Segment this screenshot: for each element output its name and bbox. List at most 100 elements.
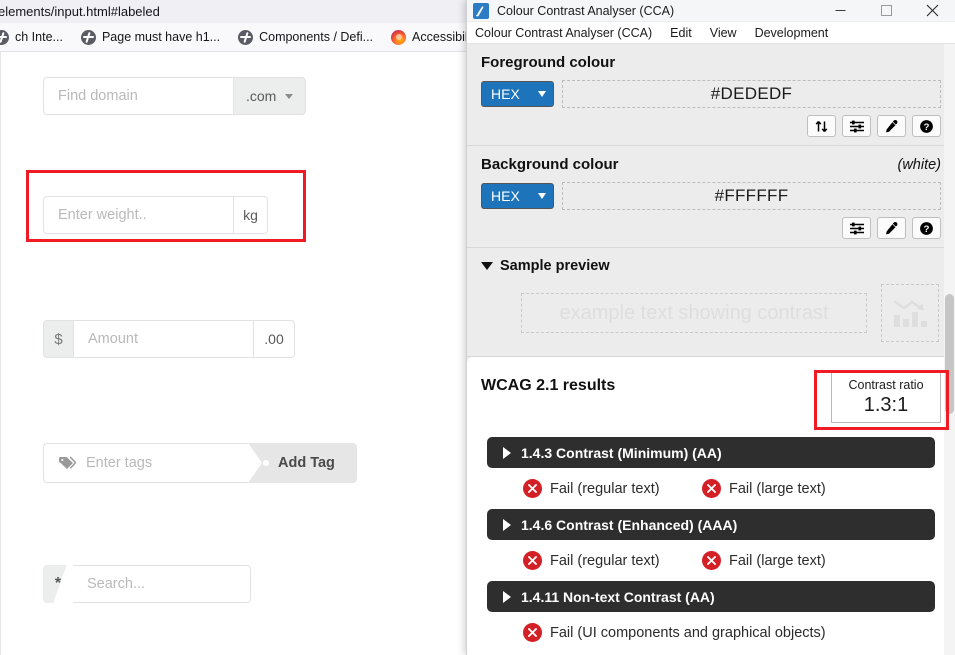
foreground-section: Foreground colour HEX #DEDEDF ?	[467, 44, 955, 146]
triangle-down-icon	[481, 262, 493, 270]
cca-titlebar: Colour Contrast Analyser (CCA)	[467, 0, 955, 22]
add-tag-button[interactable]: Add Tag	[248, 443, 357, 483]
result-item: Fail (large text)	[702, 479, 826, 498]
help-icon[interactable]: ?	[912, 115, 941, 137]
background-hex-input[interactable]: #FFFFFF	[562, 182, 941, 210]
domain-input[interactable]: Find domain	[43, 77, 233, 115]
fail-icon	[702, 551, 721, 570]
svg-text:?: ?	[924, 122, 930, 133]
criterion-1-4-3-header[interactable]: 1.4.3 Contrast (Minimum) (AA)	[487, 437, 935, 468]
criterion-1-4-11-header[interactable]: 1.4.11 Non-text Contrast (AA)	[487, 581, 935, 612]
foreground-format-label: HEX	[491, 86, 520, 102]
criterion-1-4-6-results: Fail (regular text) Fail (large text)	[487, 540, 935, 581]
bookmark-item[interactable]: ch Inte...	[0, 29, 72, 45]
criterion-1-4-6-label: 1.4.6 Contrast (Enhanced) (AAA)	[521, 516, 738, 533]
background-format-select[interactable]: HEX	[481, 183, 554, 209]
chevron-down-icon	[538, 193, 546, 199]
wcag-results-title: WCAG 2.1 results	[481, 377, 616, 394]
domain-input-group: Find domain .com	[43, 77, 307, 115]
criterion-1-4-11-label: 1.4.11 Non-text Contrast (AA)	[521, 588, 715, 605]
background-format-label: HEX	[491, 188, 520, 204]
globe-icon	[80, 29, 96, 45]
background-heading-row: Background colour (white)	[481, 156, 941, 173]
triangle-right-icon	[503, 446, 511, 459]
search-input[interactable]: Search...	[73, 565, 251, 603]
bookmarks-bar: ch Inte... Page must have h1... Componen…	[0, 23, 504, 52]
result-label: Fail (large text)	[729, 552, 826, 569]
domain-tld-dropdown[interactable]: .com	[233, 77, 307, 115]
menu-item-development[interactable]: Development	[746, 26, 838, 40]
sample-preview-heading: Sample preview	[500, 258, 610, 274]
result-item: Fail (large text)	[702, 551, 826, 570]
weight-unit-addon: kg	[233, 196, 268, 234]
cca-body: Foreground colour HEX #DEDEDF ? Backgrou…	[467, 44, 955, 655]
sample-text: example text showing contrast	[521, 293, 867, 333]
globe-icon	[238, 29, 254, 45]
eyedropper-icon[interactable]	[877, 115, 906, 137]
foreground-toolbar: ?	[481, 115, 941, 137]
result-item: Fail (regular text)	[487, 551, 702, 570]
sample-preview-header[interactable]: Sample preview	[481, 258, 941, 274]
bookmark-label: ch Inte...	[15, 30, 63, 44]
menu-item-view[interactable]: View	[701, 26, 746, 40]
criterion-1-4-6-header[interactable]: 1.4.6 Contrast (Enhanced) (AAA)	[487, 509, 935, 540]
maximize-icon[interactable]	[863, 0, 909, 22]
fail-icon	[702, 479, 721, 498]
sliders-icon[interactable]	[842, 217, 871, 239]
currency-prefix-addon: $	[43, 320, 73, 358]
criterion-1-4-3-results: Fail (regular text) Fail (large text)	[487, 468, 935, 509]
page-content: Find domain .com Enter weight.. kg $ Amo…	[0, 52, 470, 655]
amount-input-group: $ Amount .00	[43, 320, 295, 358]
weight-input-group: Enter weight.. kg	[43, 196, 268, 234]
sliders-icon[interactable]	[842, 115, 871, 137]
background-value-row: HEX #FFFFFF	[481, 182, 941, 210]
amount-cents-addon: .00	[253, 320, 295, 358]
triangle-right-icon	[503, 518, 511, 531]
background-note: (white)	[897, 157, 941, 173]
search-input-group: * Search...	[43, 565, 251, 603]
minimize-icon[interactable]	[817, 0, 863, 22]
eyedropper-icon[interactable]	[877, 217, 906, 239]
bookmark-label: Components / Defi...	[259, 30, 374, 44]
cca-menubar: Colour Contrast Analyser (CCA) Edit View…	[467, 22, 955, 44]
foreground-heading-row: Foreground colour	[481, 54, 941, 71]
add-tag-label: Add Tag	[278, 455, 335, 471]
address-bar-url: elements/input.html#labeled	[0, 4, 160, 19]
triangle-right-icon	[503, 590, 511, 603]
cca-window-title: Colour Contrast Analyser (CCA)	[497, 3, 675, 18]
result-label: Fail (regular text)	[550, 480, 660, 497]
swap-colours-icon[interactable]	[807, 115, 836, 137]
criterion-1-4-11-results: Fail (UI components and graphical object…	[487, 612, 935, 653]
caret-down-icon	[285, 93, 294, 99]
result-label: Fail (UI components and graphical object…	[550, 624, 826, 641]
criterion-1-4-3-label: 1.4.3 Contrast (Minimum) (AA)	[521, 444, 722, 461]
background-heading: Background colour	[481, 156, 619, 173]
menu-item-cca[interactable]: Colour Contrast Analyser (CCA)	[475, 26, 661, 40]
help-icon[interactable]: ?	[912, 217, 941, 239]
sample-preview-row: example text showing contrast	[481, 284, 941, 342]
cca-scrollbar[interactable]	[944, 44, 955, 655]
globe-icon	[0, 29, 9, 45]
address-bar[interactable]: elements/input.html#labeled	[0, 0, 470, 23]
amount-input[interactable]: Amount	[73, 320, 253, 358]
domain-tld-label: .com	[246, 88, 277, 104]
chevron-down-icon	[538, 91, 546, 97]
result-item: Fail (UI components and graphical object…	[487, 623, 826, 642]
result-item: Fail (regular text)	[487, 479, 702, 498]
foreground-value-row: HEX #DEDEDF	[481, 80, 941, 108]
foreground-hex-input[interactable]: #DEDEDF	[562, 80, 941, 108]
tag-hole-decoration	[263, 460, 269, 466]
tags-input-group: Enter tags Add Tag	[43, 443, 357, 483]
foreground-format-select[interactable]: HEX	[481, 81, 554, 107]
firefox-icon	[391, 29, 407, 45]
close-icon[interactable]	[909, 0, 955, 22]
bookmark-item[interactable]: Components / Defi...	[229, 29, 382, 45]
contrast-ratio-highlight	[814, 370, 949, 430]
foreground-heading: Foreground colour	[481, 54, 616, 71]
weight-input[interactable]: Enter weight..	[43, 196, 233, 234]
bookmark-item[interactable]: Page must have h1...	[72, 29, 229, 45]
menu-item-edit[interactable]: Edit	[661, 26, 701, 40]
result-label: Fail (large text)	[729, 480, 826, 497]
tags-input[interactable]: Enter tags	[43, 443, 248, 483]
bar-chart-icon	[881, 284, 939, 342]
